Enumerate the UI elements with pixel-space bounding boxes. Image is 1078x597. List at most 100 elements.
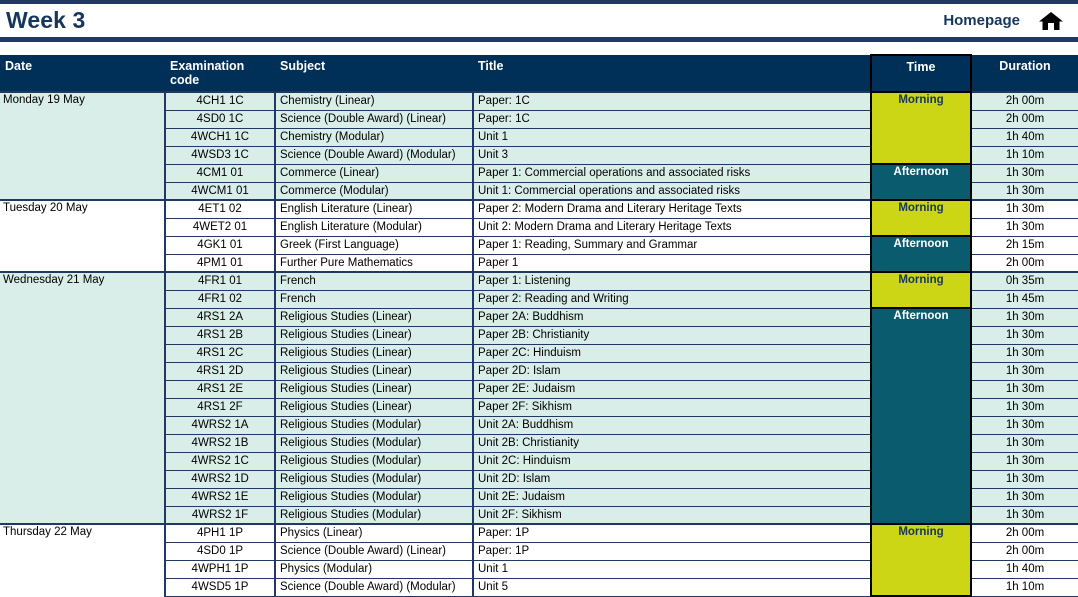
exam-code-cell: 4WSD5 1P: [164, 577, 276, 597]
exam-subject-cell: Religious Studies (Modular): [275, 505, 474, 525]
exam-title-cell: Unit 3: [473, 145, 872, 165]
table-row: Wednesday 21 May 4FR1 01 French Paper 1: Li…: [0, 271, 1078, 524]
banner-spacer: [0, 44, 1078, 54]
exam-time-cell: Afternoon: [870, 307, 972, 525]
banner-bottom-rule: [0, 37, 1078, 42]
exam-title-cell: Paper 1: Commercial operations and assoc…: [473, 163, 872, 183]
exam-subject-cell: Science (Double Award) (Modular): [275, 145, 474, 165]
exam-subject-cell: French: [275, 271, 474, 291]
exam-subject-cell: Religious Studies (Linear): [275, 325, 474, 345]
exam-code-cell: 4SD0 1P: [164, 541, 276, 561]
exam-duration-cell: 1h 30m: [970, 343, 1078, 363]
exam-subject-cell: Religious Studies (Modular): [275, 433, 474, 453]
exam-code-cell: 4PH1 1P: [164, 523, 276, 543]
exam-title-cell: Unit 1: [473, 127, 872, 147]
exam-title-cell: Paper 2E: Judaism: [473, 379, 872, 399]
exam-code-cell: 4ET1 02: [164, 199, 276, 219]
exam-title-cell: Paper: 1P: [473, 523, 872, 543]
exam-title-cell: Paper 2B: Christianity: [473, 325, 872, 345]
exam-title-cell: Unit 1: Commercial operations and associ…: [473, 181, 872, 201]
exam-time-cell: Morning: [870, 271, 972, 309]
exam-title-cell: Paper 2: Reading and Writing: [473, 289, 872, 309]
exam-subject-cell: English Literature (Modular): [275, 217, 474, 237]
exam-code-cell: 4PM1 01: [164, 253, 276, 273]
exam-title-cell: Paper: 1C: [473, 91, 872, 111]
exam-code-cell: 4WCM1 01: [164, 181, 276, 201]
exam-code-cell: 4RS1 2A: [164, 307, 276, 327]
header-row: Date Examination code Subject Title Time…: [0, 54, 1078, 92]
column-header-time: Time: [870, 54, 972, 92]
exam-subject-cell: Religious Studies (Linear): [275, 343, 474, 363]
exam-title-cell: Paper 1: [473, 253, 872, 273]
column-header-subject: Subject: [275, 55, 473, 92]
table-row: Tuesday 20 May 4ET1 02 English Literature …: [0, 199, 1078, 272]
exam-subject-cell: Physics (Linear): [275, 523, 474, 543]
exam-code-cell: 4FR1 02: [164, 289, 276, 309]
exam-time-cell: Morning: [870, 199, 972, 237]
exam-duration-cell: 1h 30m: [970, 451, 1078, 471]
exam-code-cell: 4WRS2 1D: [164, 469, 276, 489]
exam-subject-cell: Greek (First Language): [275, 235, 474, 255]
column-header-title: Title: [473, 55, 871, 92]
exam-time-cell: Morning: [870, 91, 972, 165]
exam-time-cell: Afternoon: [870, 235, 972, 273]
exam-duration-cell: 1h 30m: [970, 325, 1078, 345]
exam-code-cell: 4RS1 2E: [164, 379, 276, 399]
exam-duration-cell: 1h 30m: [970, 469, 1078, 489]
exam-duration-cell: 1h 40m: [970, 559, 1078, 579]
exam-title-cell: Unit 5: [473, 577, 872, 597]
exam-title-cell: Unit 2: Modern Drama and Literary Herita…: [473, 217, 872, 237]
home-icon[interactable]: [1038, 11, 1064, 31]
exam-title-cell: Paper 1: Reading, Summary and Grammar: [473, 235, 872, 255]
exam-code-cell: 4RS1 2D: [164, 361, 276, 381]
homepage-link[interactable]: Homepage: [943, 13, 1020, 28]
exam-duration-cell: 0h 35m: [970, 271, 1078, 291]
exam-date-cell: Monday 19 May: [0, 91, 166, 200]
exam-subject-cell: Further Pure Mathematics: [275, 253, 474, 273]
exam-duration-cell: 1h 10m: [970, 577, 1078, 597]
exam-code-cell: 4WRS2 1F: [164, 505, 276, 525]
exam-title-cell: Unit 1: [473, 559, 872, 579]
exam-duration-cell: 2h 00m: [970, 523, 1078, 543]
banner-body: Week 3 Homepage: [0, 4, 1078, 37]
timetable-body: Monday 19 May 4CH1 1C Chemistry (Linear) Pa…: [0, 91, 1078, 597]
table-row: Thursday 22 May 4PH1 1P Physics (Linear) Pa…: [0, 523, 1078, 597]
exam-title-cell: Unit 2E: Judaism: [473, 487, 872, 507]
exam-duration-cell: 1h 30m: [970, 487, 1078, 507]
exam-duration-cell: 2h 00m: [970, 109, 1078, 129]
exam-duration-cell: 1h 45m: [970, 289, 1078, 309]
exam-subject-cell: Chemistry (Linear): [275, 91, 474, 111]
exam-title-cell: Unit 2B: Christianity: [473, 433, 872, 453]
exam-duration-cell: 1h 10m: [970, 145, 1078, 165]
exam-duration-cell: 1h 30m: [970, 505, 1078, 525]
exam-subject-cell: Chemistry (Modular): [275, 127, 474, 147]
exam-date-cell: Thursday 22 May: [0, 523, 166, 596]
exam-subject-cell: Religious Studies (Modular): [275, 415, 474, 435]
exam-code-cell: 4WPH1 1P: [164, 559, 276, 579]
exam-duration-cell: 1h 40m: [970, 127, 1078, 147]
exam-code-cell: 4WRS2 1E: [164, 487, 276, 507]
exam-duration-cell: 1h 30m: [970, 397, 1078, 417]
column-header-duration: Duration: [971, 55, 1078, 92]
exam-timetable: Date Examination code Subject Title Time…: [0, 54, 1078, 597]
column-header-code: Examination code: [165, 55, 275, 92]
exam-duration-cell: 1h 30m: [970, 307, 1078, 327]
exam-code-cell: 4WRS2 1B: [164, 433, 276, 453]
page-banner: Week 3 Homepage: [0, 0, 1078, 44]
exam-subject-cell: Commerce (Modular): [275, 181, 474, 201]
exam-time-cell: Morning: [870, 523, 972, 597]
exam-subject-cell: Science (Double Award) (Linear): [275, 541, 474, 561]
exam-code-cell: 4WRS2 1A: [164, 415, 276, 435]
exam-subject-cell: Commerce (Linear): [275, 163, 474, 183]
exam-duration-cell: 2h 00m: [970, 253, 1078, 273]
exam-code-cell: 4SD0 1C: [164, 109, 276, 129]
exam-duration-cell: 1h 30m: [970, 379, 1078, 399]
exam-code-cell: 4RS1 2C: [164, 343, 276, 363]
exam-title-cell: Paper 2D: Islam: [473, 361, 872, 381]
exam-title-cell: Paper 2: Modern Drama and Literary Herit…: [473, 199, 872, 219]
exam-code-cell: 4RS1 2F: [164, 397, 276, 417]
exam-subject-cell: Science (Double Award) (Modular): [275, 577, 474, 597]
exam-subject-cell: Physics (Modular): [275, 559, 474, 579]
exam-subject-cell: Religious Studies (Modular): [275, 469, 474, 489]
exam-subject-cell: Religious Studies (Modular): [275, 487, 474, 507]
